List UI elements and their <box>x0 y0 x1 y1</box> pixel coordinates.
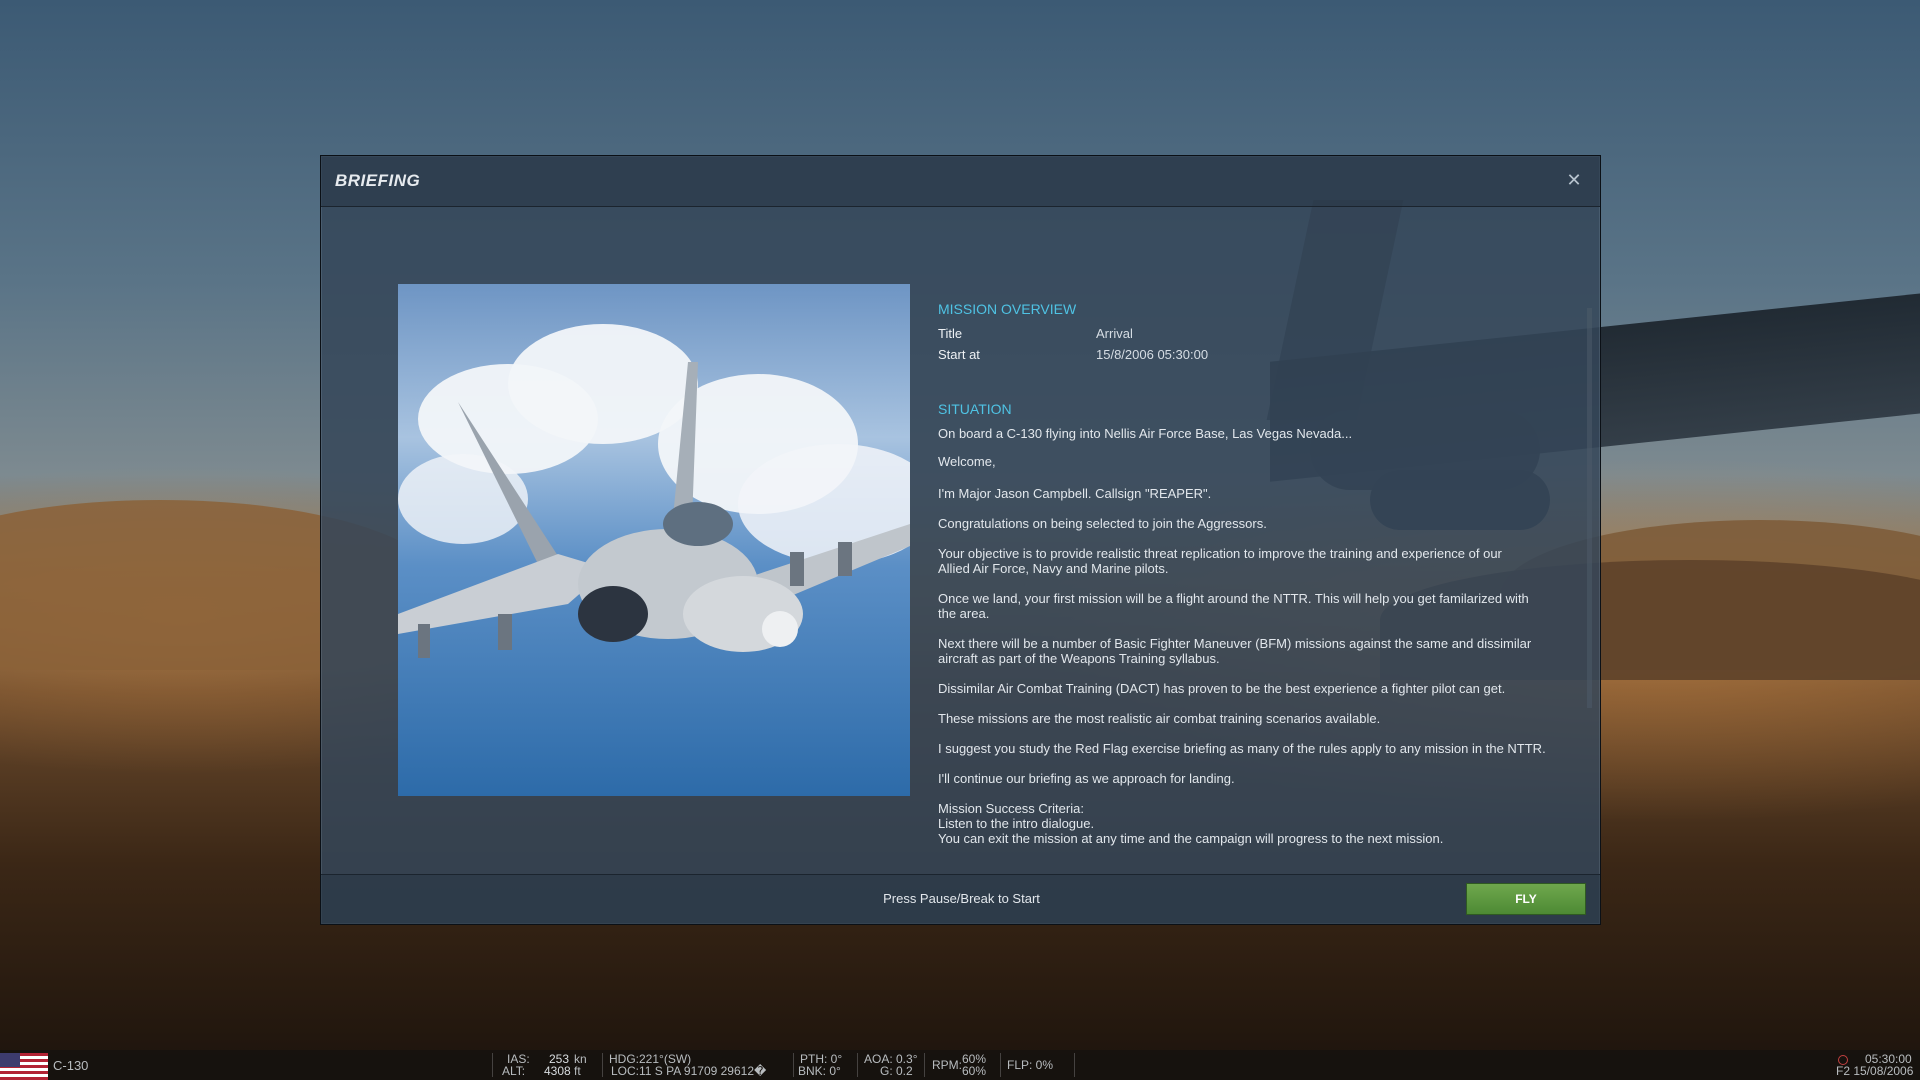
briefing-content: MISSION OVERVIEW Title Arrival Start at … <box>938 302 1568 861</box>
dialog-title: BRIEFING <box>335 171 421 190</box>
us-flag-icon <box>0 1053 48 1080</box>
content-scrollbar[interactable] <box>1587 308 1592 708</box>
scrollbar-thumb[interactable] <box>1587 308 1592 708</box>
mission-overview-heading: MISSION OVERVIEW <box>938 301 1077 317</box>
situation-paragraph: These missions are the most realistic ai… <box>938 711 1381 726</box>
overview-row-start: Start at 15/8/2006 05:30:00 <box>938 347 1568 362</box>
situation-paragraph: Next there will be a number of Basic Fig… <box>938 636 1532 666</box>
aircraft-name: C-130 <box>53 1058 89 1073</box>
situation-paragraph: Your objective is to provide realistic t… <box>938 546 1502 576</box>
location-readout: LOC:11 S PA 91709 29612� <box>611 1064 767 1078</box>
close-icon[interactable]: ✕ <box>1562 169 1586 193</box>
situation-paragraph: Mission Success Criteria: Listen to the … <box>938 801 1444 846</box>
dialog-header: BRIEFING ✕ <box>321 156 1600 207</box>
rpm-engine-2: 60% <box>962 1064 987 1078</box>
g-readout: G: 0.2 <box>880 1064 913 1078</box>
overview-key: Start at <box>938 347 980 362</box>
dialog-body: MISSION OVERVIEW Title Arrival Start at … <box>321 208 1600 874</box>
start-hint: Press Pause/Break to Start <box>883 891 1040 906</box>
overview-key: Title <box>938 326 963 341</box>
situation-paragraph: I'll continue our briefing as we approac… <box>938 771 1235 786</box>
situation-paragraph: Congratulations on being selected to joi… <box>938 516 1267 531</box>
situation-section: SITUATION On board a C-130 flying into N… <box>938 401 1568 847</box>
bank-readout: BNK: 0° <box>798 1064 841 1078</box>
flight-status-bar: C-130 IAS: 253 kn ALT: 4308 ft HDG:221°(… <box>0 1050 1920 1080</box>
fighter-jet-icon <box>398 362 910 658</box>
situation-paragraph: I'm Major Jason Campbell. Callsign "REAP… <box>938 486 1212 501</box>
situation-heading: SITUATION <box>938 401 1012 417</box>
situation-paragraph: Once we land, your first mission will be… <box>938 591 1529 621</box>
situation-paragraph: Dissimilar Air Combat Training (DACT) ha… <box>938 681 1506 696</box>
overview-row-title: Title Arrival <box>938 326 1568 341</box>
situation-paragraph: On board a C-130 flying into Nellis Air … <box>938 426 1353 441</box>
alt-value: 4308 <box>544 1064 571 1078</box>
situation-paragraph: I suggest you study the Red Flag exercis… <box>938 741 1546 756</box>
overview-value: Arrival <box>1096 326 1133 341</box>
overview-value: 15/8/2006 05:30:00 <box>1096 347 1209 362</box>
fly-button[interactable]: FLY <box>1466 883 1586 915</box>
dialog-footer: Press Pause/Break to Start FLY <box>321 874 1600 924</box>
mission-image <box>398 284 910 796</box>
briefing-dialog: BRIEFING ✕ MISSION OVERVIEW Title Arriva… <box>320 155 1601 925</box>
alt-label: ALT: <box>502 1064 526 1078</box>
rpm-label: RPM: <box>932 1058 962 1072</box>
flaps-readout: FLP: 0% <box>1007 1058 1054 1072</box>
situation-paragraph: Welcome, <box>938 454 996 469</box>
mission-date: F2 15/08/2006 <box>1836 1064 1914 1078</box>
alt-unit: ft <box>574 1064 581 1078</box>
